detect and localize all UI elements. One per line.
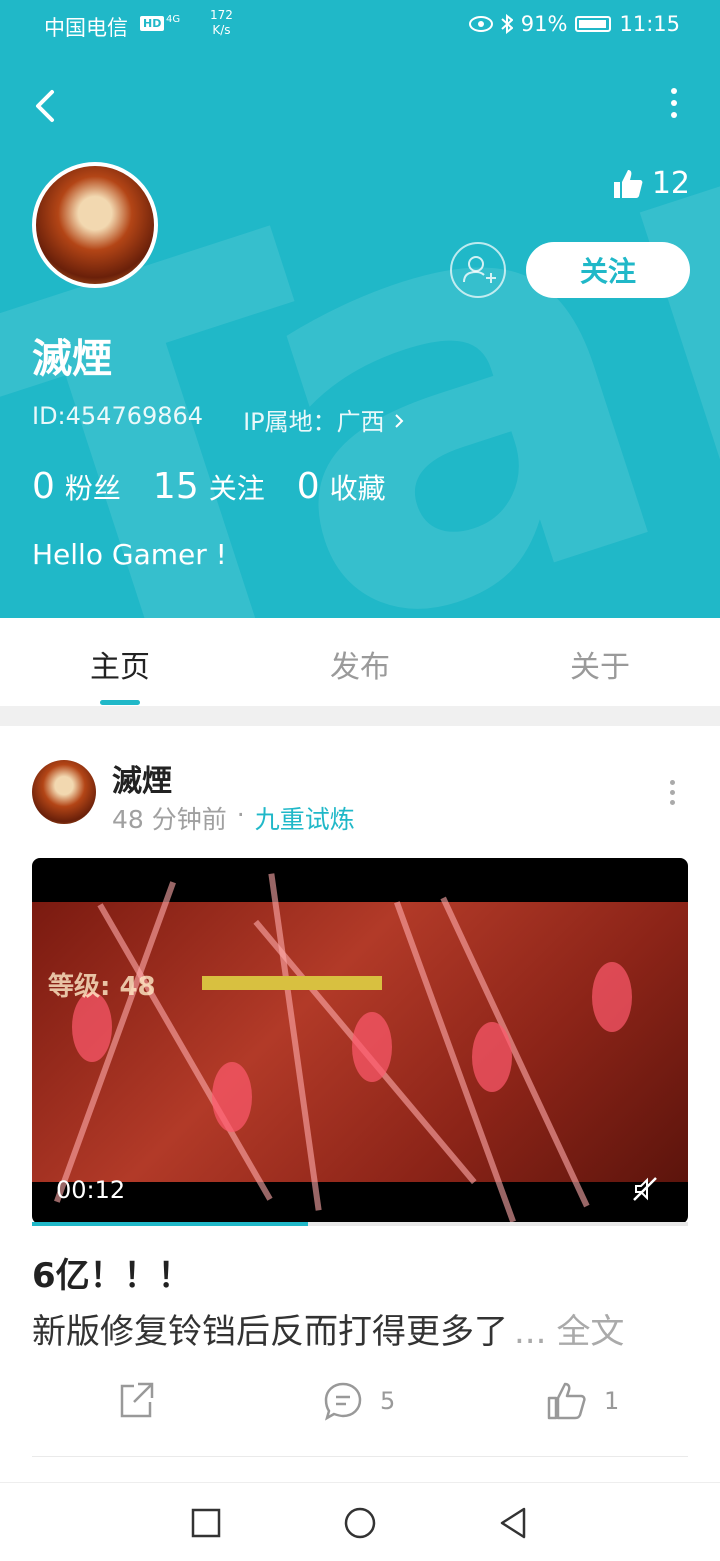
add-user-icon xyxy=(463,256,496,283)
comment-count: 5 xyxy=(380,1387,396,1415)
like-button[interactable]: 1 xyxy=(546,1380,619,1422)
thumbs-up-icon xyxy=(547,1382,586,1420)
profile-stats: 0 粉丝 15 关注 0 收藏 xyxy=(32,466,386,507)
profile-header: TapT 中国电信 HD 4G 172 K/s 91% 11:15 12 关注 … xyxy=(0,0,720,618)
post-meta: 48 分钟前 · 九重试炼 xyxy=(112,800,355,836)
video-overlay-text: 等级: 48 xyxy=(48,972,156,1002)
network-speed-value: 172 xyxy=(210,8,233,22)
share-icon xyxy=(120,1382,154,1418)
tab-posts[interactable]: 发布 xyxy=(240,642,480,686)
recent-apps-icon[interactable] xyxy=(186,1503,226,1543)
eye-icon xyxy=(468,16,493,32)
video-progress-bar[interactable] xyxy=(32,1222,688,1226)
add-friend-button[interactable] xyxy=(450,242,506,298)
post-title[interactable]: 6亿！！！ xyxy=(32,1248,192,1297)
network-speed: 172 K/s xyxy=(210,8,233,38)
stat-label: 收藏 xyxy=(329,472,386,505)
hd-badge: HD xyxy=(140,16,165,31)
stat-followers[interactable]: 0 粉丝 xyxy=(32,466,121,507)
bluetooth-icon xyxy=(501,14,513,34)
post-author-avatar[interactable] xyxy=(32,760,96,824)
user-id: ID:454769864 xyxy=(32,402,204,430)
post-body-text: 新版修复铃铛后反而打得更多了 xyxy=(32,1312,508,1352)
profile-bio: Hello Gamer ! xyxy=(32,538,227,571)
tab-home[interactable]: 主页 xyxy=(0,642,240,686)
post-author-name[interactable]: 滅煙 xyxy=(112,756,172,800)
section-divider xyxy=(0,706,720,726)
back-nav-icon[interactable] xyxy=(494,1503,534,1543)
video-duration: 00:12 xyxy=(56,1176,126,1204)
follow-button[interactable]: 关注 xyxy=(526,242,690,298)
background-watermark: TapT xyxy=(0,0,720,618)
stat-following[interactable]: 15 关注 xyxy=(153,466,265,507)
status-bar: 中国电信 HD 4G 172 K/s 91% 11:15 xyxy=(0,8,720,44)
post-time: 48 分钟前 xyxy=(112,805,227,834)
post-ellipsis: ... xyxy=(514,1312,547,1352)
video-progress-fill xyxy=(32,1222,308,1226)
mute-icon[interactable] xyxy=(630,1174,660,1204)
profile-id-line: ID:454769864 IP属地：广西 xyxy=(32,402,406,437)
more-options-icon[interactable] xyxy=(668,88,680,124)
post-actions: 5 1 xyxy=(0,1380,720,1430)
system-nav-bar xyxy=(0,1482,720,1561)
tab-about[interactable]: 关于 xyxy=(480,642,720,686)
profile-likes-count: 12 xyxy=(651,166,690,201)
profile-tabs: 主页 发布 关于 xyxy=(0,618,720,707)
stat-number: 15 xyxy=(152,466,199,507)
post-more-icon[interactable] xyxy=(668,780,676,810)
stat-label: 粉丝 xyxy=(64,472,121,505)
comment-icon xyxy=(324,1382,362,1421)
back-icon[interactable] xyxy=(30,84,70,128)
stat-favorites[interactable]: 0 收藏 xyxy=(297,466,386,507)
video-hud-bar xyxy=(202,976,382,990)
meta-separator: · xyxy=(236,800,245,829)
stat-label: 关注 xyxy=(208,472,265,505)
clock: 11:15 xyxy=(619,12,680,36)
profile-avatar[interactable] xyxy=(32,162,158,288)
battery-icon xyxy=(575,16,612,32)
profile-username: 滅煙 xyxy=(32,336,112,382)
network-type: 4G xyxy=(166,14,181,25)
carrier-name: 中国电信 xyxy=(44,16,128,40)
tab-active-indicator xyxy=(100,700,140,705)
status-right: 91% 11:15 xyxy=(468,12,680,36)
comment-button[interactable]: 5 xyxy=(322,1380,395,1422)
video-frame: 等级: 48 xyxy=(32,873,688,1223)
post-divider xyxy=(32,1456,688,1457)
like-count: 1 xyxy=(604,1387,620,1415)
profile-likes: 12 xyxy=(612,166,690,201)
post-body[interactable]: 新版修复铃铛后反而打得更多了... 全文 xyxy=(32,1304,624,1353)
ip-location[interactable]: IP属地：广西 xyxy=(243,402,406,437)
stat-number: 0 xyxy=(32,466,55,507)
post-topic[interactable]: 九重试炼 xyxy=(255,800,355,836)
ip-location-text: IP属地：广西 xyxy=(243,408,385,436)
network-speed-unit: K/s xyxy=(212,23,231,37)
read-more-link[interactable]: 全文 xyxy=(556,1312,624,1352)
chevron-right-icon xyxy=(395,414,404,428)
stat-number: 0 xyxy=(296,466,320,507)
battery-percent: 91% xyxy=(520,12,568,36)
thumbs-up-icon xyxy=(613,169,643,198)
share-button[interactable] xyxy=(116,1380,156,1420)
home-icon[interactable] xyxy=(340,1503,380,1543)
post-video[interactable]: 等级: 48 00:12 xyxy=(32,858,688,1224)
